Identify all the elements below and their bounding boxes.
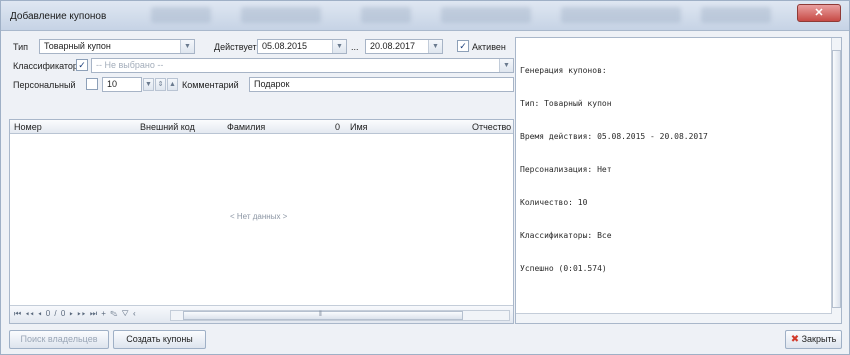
window-close-button[interactable]: ✕ [797, 4, 841, 22]
date-from-value: 05.08.2015 [262, 41, 308, 51]
chevron-down-icon[interactable]: ▼ [428, 40, 442, 53]
log-line: Персонализация: Нет [520, 165, 612, 174]
chevron-down-icon[interactable]: ▼ [499, 59, 513, 72]
log-line: Генерация купонов: [520, 66, 607, 75]
log-line: Тип: Товарный купон [520, 99, 612, 108]
window-title: Добавление купонов [10, 11, 107, 22]
comment-label: Комментарий [182, 80, 239, 90]
background-blur [561, 7, 681, 23]
date-to-field[interactable]: 20.08.2017 ▼ [365, 39, 443, 54]
quantity-value: 10 [107, 79, 118, 89]
close-button-label: Закрыть [801, 334, 837, 344]
log-horizontal-scrollbar[interactable] [516, 313, 832, 323]
background-blur [361, 7, 411, 23]
grid-horizontal-scrollbar[interactable]: ‖ [170, 310, 510, 321]
scroll-grip-icon: ‖ [319, 311, 322, 318]
date-separator: ... [351, 42, 359, 52]
chevron-up-icon[interactable]: ▲ [167, 78, 178, 91]
grid-header: Номер Внешний код Фамилия 0 Имя Отчество [10, 120, 513, 134]
spin-icon[interactable]: ⇕ [155, 78, 166, 91]
date-from-field[interactable]: 05.08.2015 ▼ [257, 39, 347, 54]
type-value: Товарный купон [44, 41, 111, 51]
log-line: Успешно (0:01.574) [520, 264, 607, 273]
classifier-value: -- Не выбрано -- [96, 60, 164, 70]
close-icon: ✖ [790, 334, 800, 345]
column-header-number[interactable]: Номер [14, 122, 42, 132]
coupon-grid[interactable]: Номер Внешний код Фамилия 0 Имя Отчество… [9, 119, 514, 324]
classifier-checkbox[interactable]: ✓ [76, 59, 88, 71]
type-select[interactable]: Товарный купон ▼ [39, 39, 195, 54]
log-line: Время действия: 05.08.2015 - 20.08.2017 [520, 132, 708, 141]
classifier-label: Классификатор [13, 61, 78, 71]
classifier-select[interactable]: -- Не выбрано -- ▼ [91, 58, 514, 73]
column-header-patronymic[interactable]: Отчество [472, 122, 511, 132]
active-checkbox[interactable]: ✓ [457, 40, 469, 52]
type-label: Тип [13, 42, 29, 52]
chevron-down-icon[interactable]: ▼ [332, 40, 346, 53]
background-blur [151, 7, 211, 23]
log-text: Генерация купонов: Тип: Товарный купон В… [520, 43, 708, 296]
create-coupons-label: Создать купоны [126, 334, 193, 344]
navigator-buttons[interactable]: ⏮ ◂◂ ◂ 0 / 0 ▸ ▸▸ ⏭ + ✎ ▽ ‹ [14, 309, 137, 319]
quantity-field[interactable]: 10 [102, 77, 142, 92]
column-header-first-name[interactable]: Имя [350, 122, 368, 132]
column-header-external-code[interactable]: Внешний код [140, 122, 195, 132]
find-owners-label: Поиск владельцев [20, 334, 98, 344]
column-header-count[interactable]: 0 [335, 122, 340, 132]
background-blur [441, 7, 531, 23]
title-bar[interactable]: Добавление купонов ✕ [1, 1, 849, 31]
check-icon: ✓ [459, 41, 467, 51]
comment-field[interactable]: Подарок [249, 77, 514, 92]
log-panel[interactable]: Генерация купонов: Тип: Товарный купон В… [515, 37, 842, 324]
grid-navigator: ⏮ ◂◂ ◂ 0 / 0 ▸ ▸▸ ⏭ + ✎ ▽ ‹ ‖ [10, 305, 513, 323]
check-icon: ✓ [78, 60, 86, 70]
date-to-value: 20.08.2017 [370, 41, 416, 51]
coupon-dialog: Добавление купонов ✕ Тип Товарный купон … [0, 0, 850, 355]
close-icon: ✕ [814, 7, 824, 19]
scroll-thumb[interactable] [832, 50, 841, 308]
personal-label: Персональный [13, 80, 76, 90]
create-coupons-button[interactable]: Создать купоны [113, 330, 206, 349]
scroll-thumb[interactable]: ‖ [183, 311, 463, 320]
personal-checkbox[interactable] [86, 78, 98, 90]
valid-label: Действует [214, 42, 257, 52]
close-button[interactable]: ✖ Закрыть [785, 330, 842, 349]
chevron-down-icon[interactable]: ▼ [143, 78, 154, 91]
find-owners-button[interactable]: Поиск владельцев [9, 330, 109, 349]
chevron-down-icon[interactable]: ▼ [180, 40, 194, 53]
active-label: Активен [472, 42, 506, 52]
background-blur [241, 7, 321, 23]
empty-grid-text: < Нет данных > [230, 212, 288, 221]
log-line: Классификаторы: Все [520, 231, 612, 240]
comment-value: Подарок [254, 79, 290, 89]
column-header-last-name[interactable]: Фамилия [227, 122, 265, 132]
log-vertical-scrollbar[interactable] [831, 38, 841, 323]
background-blur [701, 7, 771, 23]
log-line: Количество: 10 [520, 198, 588, 207]
